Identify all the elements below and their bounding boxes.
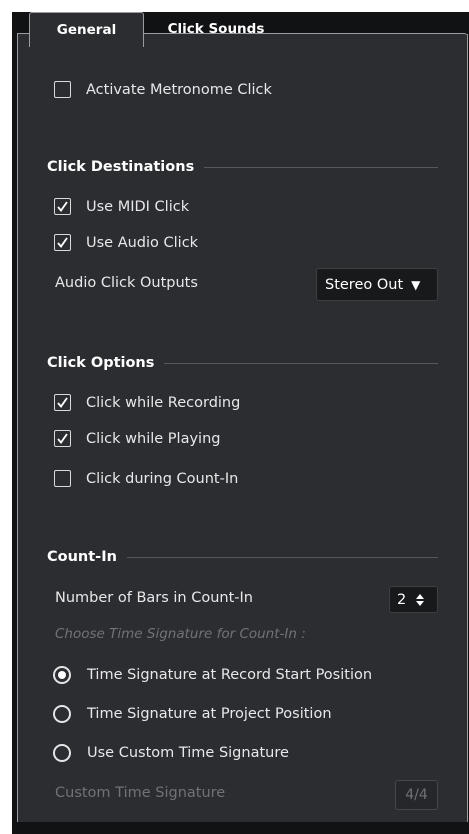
custom-time-signature-option-label: Use Custom Time Signature [87,745,289,761]
activate-metronome-checkbox[interactable] [54,81,71,98]
use-midi-click-checkbox[interactable] [54,198,71,215]
triangle-down-icon: ▼ [411,277,421,292]
use-audio-click-checkbox[interactable] [54,234,71,251]
spin-arrows-icon[interactable] [415,593,425,607]
use-midi-click-row[interactable]: Use MIDI Click [54,198,189,215]
count-in-title: Count-In [47,549,117,565]
custom-time-signature-radio[interactable] [53,744,71,762]
section-divider [204,166,438,168]
click-options-header: Click Options [47,353,438,373]
radio-selected-dot [58,671,66,679]
tab-general[interactable]: General [29,12,144,47]
click-destinations-header: Click Destinations [47,157,438,177]
click-during-count-in-label: Click during Count-In [86,470,239,487]
general-panel [17,33,468,822]
audio-click-outputs-label: Audio Click Outputs [55,275,198,291]
click-destinations-title: Click Destinations [47,159,195,175]
record-start-position-radio[interactable] [53,666,71,684]
section-divider [126,556,438,558]
activate-metronome-label: Activate Metronome Click [86,81,272,98]
activate-metronome-row[interactable]: Activate Metronome Click [54,81,272,98]
project-position-label: Time Signature at Project Position [87,706,332,722]
project-position-row[interactable]: Time Signature at Project Position [53,705,332,723]
project-position-radio[interactable] [53,705,71,723]
use-midi-click-label: Use MIDI Click [86,198,190,215]
number-of-bars-label: Number of Bars in Count-In [55,590,253,606]
screenshot-frame: General Click Sounds Activate Metronome … [0,0,469,834]
click-while-recording-row[interactable]: Click while Recording [54,394,240,411]
click-while-recording-checkbox[interactable] [54,394,71,411]
click-while-playing-checkbox[interactable] [54,430,71,447]
number-of-bars-spinner[interactable]: 2 [389,586,438,613]
check-icon [57,397,68,408]
click-options-title: Click Options [47,355,155,371]
check-icon [57,237,68,248]
number-of-bars-value: 2 [397,591,407,608]
click-while-recording-label: Click while Recording [86,394,241,411]
custom-time-signature-label: Custom Time Signature [55,785,226,801]
audio-click-outputs-value: Stereo Out [325,276,404,293]
click-while-playing-row[interactable]: Click while Playing [54,430,220,447]
record-start-position-row[interactable]: Time Signature at Record Start Position [53,666,372,684]
check-icon [57,201,68,212]
choose-time-signature-label: Choose Time Signature for Count-In : [55,626,306,642]
custom-time-signature-row[interactable]: Use Custom Time Signature [53,744,289,762]
click-while-playing-label: Click while Playing [86,430,221,447]
section-divider [164,362,438,364]
click-during-count-in-checkbox[interactable] [54,470,71,487]
audio-click-outputs-select[interactable]: Stereo Out ▼ [316,268,438,301]
count-in-header: Count-In [47,547,438,567]
use-audio-click-label: Use Audio Click [86,234,199,251]
check-icon [57,433,68,444]
custom-time-signature-field[interactable]: 4/4 [395,780,438,810]
use-audio-click-row[interactable]: Use Audio Click [54,234,198,251]
click-during-count-in-row[interactable]: Click during Count-In [54,470,238,487]
record-start-position-label: Time Signature at Record Start Position [87,667,373,683]
